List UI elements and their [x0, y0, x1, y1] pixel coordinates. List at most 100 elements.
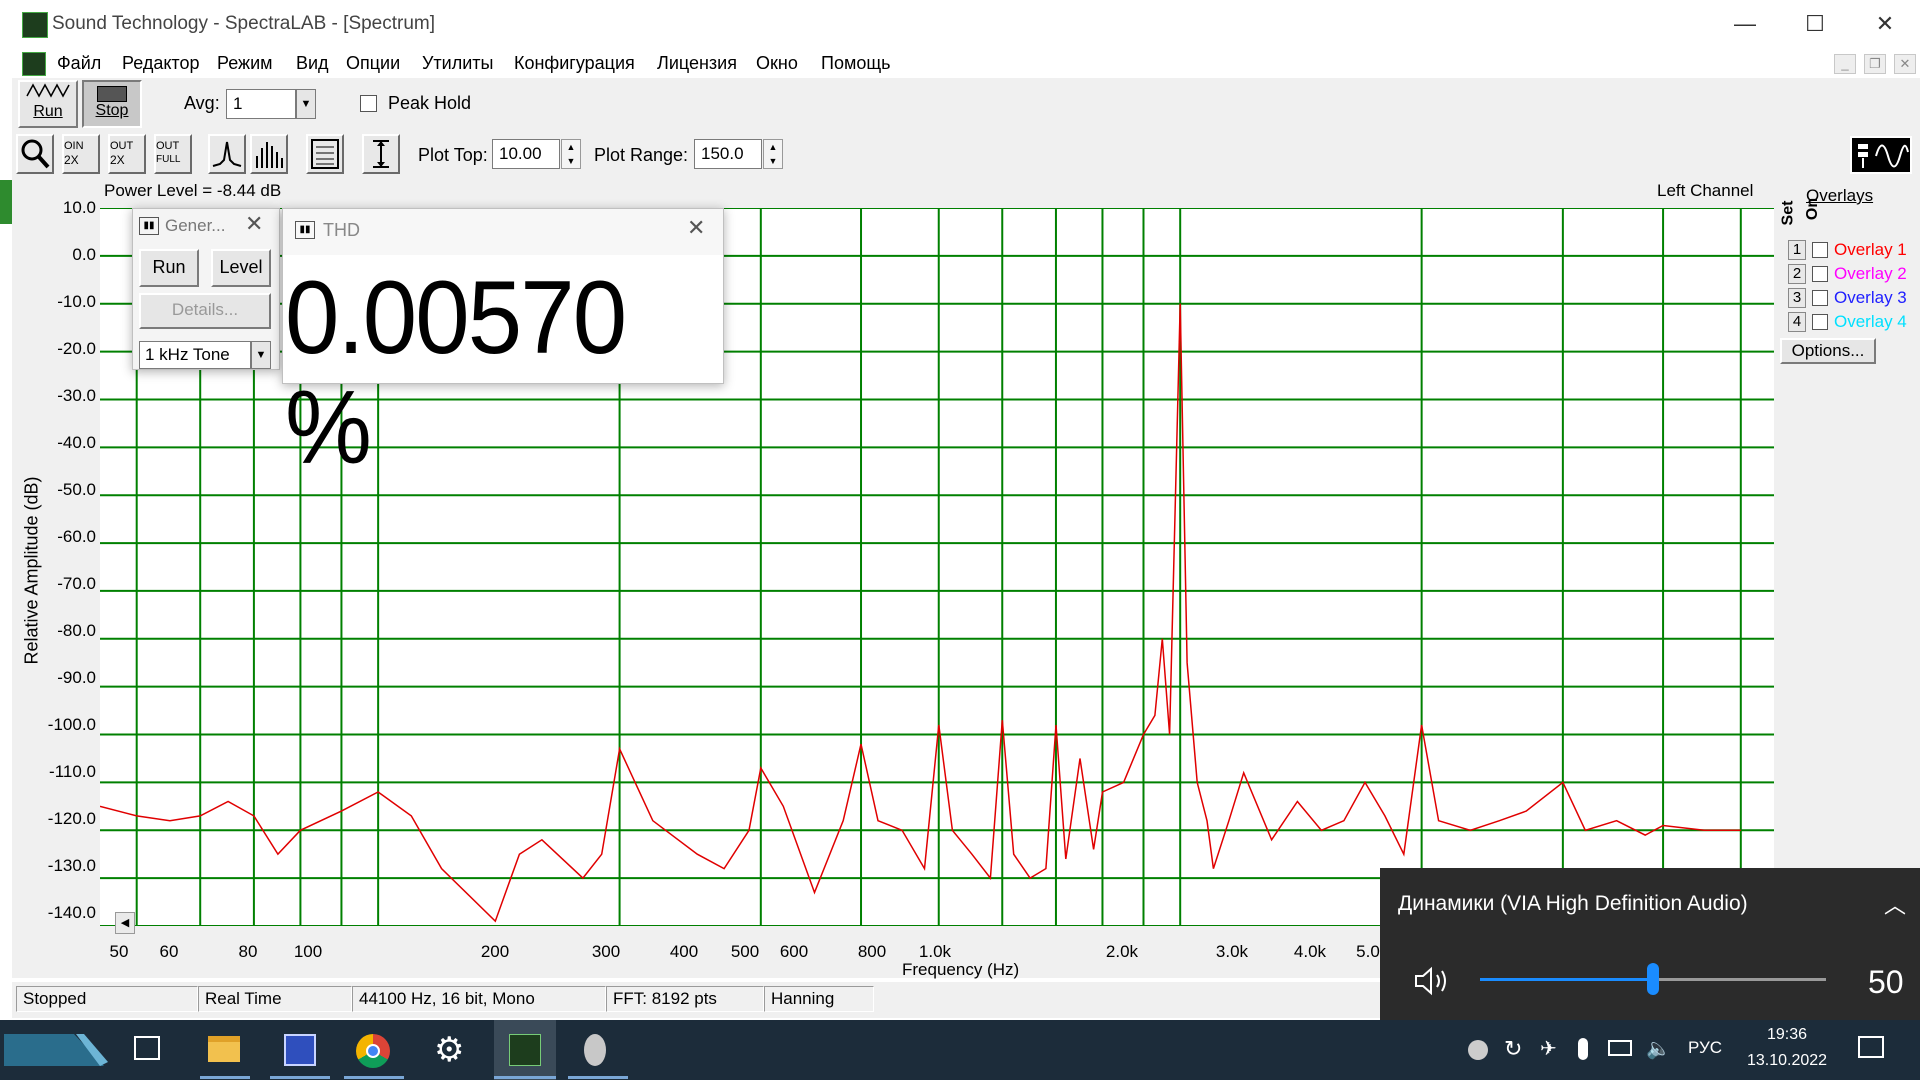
menu-mode[interactable]: Режим — [217, 53, 273, 74]
status-state: Stopped — [16, 986, 198, 1012]
close-button[interactable]: ✕ — [1850, 0, 1920, 48]
volume-slider-track[interactable] — [1480, 963, 1826, 995]
chevron-up-icon[interactable]: ︿ — [1884, 888, 1906, 920]
taskbar-active-indicator — [270, 1076, 330, 1079]
thd-window-icon: ▮▮ — [295, 221, 315, 239]
taskbar-active-indicator — [200, 1076, 250, 1079]
generator-title: Gener... — [165, 216, 226, 235]
generator-level-button[interactable]: Level — [211, 249, 271, 287]
overlay-3-checkbox[interactable] — [1812, 290, 1828, 306]
zoom-out-label-bottom: 2X — [110, 153, 125, 167]
zoom-full-button[interactable]: OUT FULL — [154, 134, 192, 174]
task-view-icon[interactable] — [134, 1036, 160, 1060]
zoom-in-2x-button[interactable]: OIN 2X — [62, 134, 100, 174]
signal-generator-toggle-button[interactable] — [1850, 136, 1912, 174]
plot-top-input[interactable]: 10.00 — [492, 139, 560, 169]
overlay-2-set-button[interactable]: 2 — [1788, 264, 1806, 284]
stop-button[interactable]: Stop — [82, 80, 142, 128]
tray-time[interactable]: 19:36 — [1748, 1026, 1826, 1044]
tray-date[interactable]: 13.10.2022 — [1740, 1052, 1834, 1070]
generator-signal-select[interactable]: 1 kHz Tone — [139, 341, 251, 369]
zoom-out-label-top: OUT — [110, 140, 134, 152]
menu-bar: Файл Редактор Режим Вид Опции Утилиты Ко… — [0, 48, 1920, 78]
generator-run-button[interactable]: Run — [139, 249, 199, 287]
peak-hold-checkbox[interactable] — [360, 95, 377, 112]
start-logo-icon[interactable] — [4, 1034, 108, 1066]
menu-license[interactable]: Лицензия — [657, 53, 737, 74]
sine-wave-icon — [1858, 144, 1909, 168]
menu-view[interactable]: Вид — [296, 53, 329, 74]
maximize-button[interactable]: ☐ — [1780, 0, 1850, 48]
mdi-restore-button[interactable]: ❐ — [1864, 54, 1886, 74]
zoom-out-2x-button[interactable]: OUT 2X — [108, 134, 146, 174]
scroll-left-arrow-icon[interactable]: ◀ — [115, 912, 135, 934]
spectralab-taskbar-button[interactable] — [494, 1020, 556, 1080]
avg-value[interactable]: 1 — [226, 89, 296, 119]
menu-edit[interactable]: Редактор — [122, 53, 199, 74]
menu-file[interactable]: Файл — [57, 53, 101, 74]
tray-volume-icon[interactable]: 🔈 — [1646, 1036, 1671, 1061]
overlay-2-checkbox[interactable] — [1812, 266, 1828, 282]
overlay-3-set-button[interactable]: 3 — [1788, 288, 1806, 308]
status-audio-format: 44100 Hz, 16 bit, Mono — [352, 986, 606, 1012]
avg-dropdown-arrow-icon[interactable]: ▼ — [296, 89, 316, 119]
thd-title: THD — [323, 220, 360, 240]
generator-close-button[interactable]: ✕ — [245, 211, 263, 237]
app-icon[interactable] — [22, 12, 48, 38]
bar-plot-button[interactable] — [250, 134, 288, 174]
menu-options[interactable]: Опции — [346, 53, 400, 74]
y-tick-label: 10.0 — [62, 198, 96, 217]
bar-graph-icon — [256, 142, 283, 168]
overlay-1-set-button[interactable]: 1 — [1788, 240, 1806, 260]
floppy-app-icon[interactable] — [284, 1034, 316, 1066]
magnifier-icon — [21, 139, 50, 169]
x-tick-label: 500 — [730, 942, 760, 961]
avg-label: Avg: — [184, 93, 220, 113]
menu-utilities[interactable]: Утилиты — [422, 53, 493, 74]
document-icon[interactable] — [22, 52, 46, 76]
zoom-magnifier-button[interactable] — [16, 134, 54, 174]
menu-window[interactable]: Окно — [756, 53, 798, 74]
volume-slider-thumb[interactable] — [1647, 963, 1659, 995]
minimize-button[interactable]: — — [1710, 0, 1780, 48]
status-window: Hanning — [764, 986, 874, 1012]
file-explorer-icon[interactable] — [208, 1036, 240, 1062]
thd-close-button[interactable]: ✕ — [687, 215, 705, 241]
channel-label: Left Channel — [1657, 181, 1754, 200]
spectrogram-button[interactable] — [306, 134, 344, 174]
run-button[interactable]: Run — [18, 80, 78, 128]
vertical-scale-icon — [373, 140, 389, 168]
settings-gear-icon[interactable]: ⚙ — [434, 1030, 464, 1070]
mdi-minimize-button[interactable]: _ — [1834, 54, 1856, 74]
line-plot-button[interactable] — [208, 134, 246, 174]
menu-configuration[interactable]: Конфигурация — [514, 53, 635, 74]
mdi-close-button[interactable]: ✕ — [1894, 54, 1916, 74]
notification-center-icon[interactable] — [1858, 1036, 1884, 1058]
overlay-1-checkbox[interactable] — [1812, 242, 1828, 258]
menu-help[interactable]: Помощь — [821, 53, 891, 74]
overlay-4-set-button[interactable]: 4 — [1788, 312, 1806, 332]
generator-details-button[interactable]: Details... — [139, 293, 271, 329]
tray-network-drive-icon[interactable] — [1468, 1040, 1488, 1060]
overlay-4-checkbox[interactable] — [1812, 314, 1828, 330]
taskbar-active-indicator — [568, 1076, 628, 1079]
tray-network-icon[interactable] — [1608, 1040, 1632, 1056]
plot-range-spinner[interactable]: ▲ ▼ — [763, 139, 783, 169]
autoscale-button[interactable] — [362, 134, 400, 174]
tray-sync-icon[interactable]: ↻ — [1504, 1036, 1522, 1062]
overlay-options-button[interactable]: Options... — [1780, 338, 1876, 364]
plot-top-label: Plot Top: — [418, 145, 488, 165]
tray-language[interactable]: РУС — [1688, 1038, 1722, 1058]
plot-range-input[interactable]: 150.0 — [694, 139, 762, 169]
generator-window-icon: ▮▮ — [139, 217, 159, 235]
chrome-icon[interactable] — [356, 1034, 390, 1068]
tray-microphone-icon[interactable] — [1578, 1038, 1588, 1060]
plot-range-label: Plot Range: — [594, 145, 689, 165]
speaker-icon[interactable] — [1412, 964, 1452, 998]
plot-top-spinner[interactable]: ▲ ▼ — [561, 139, 581, 169]
thd-display: 0.00570 % — [283, 255, 723, 483]
power-level-readout: Power Level = -8.44 dB — [104, 181, 282, 200]
generator-signal-dropdown-icon[interactable]: ▼ — [251, 341, 271, 369]
tray-airplane-icon[interactable]: ✈ — [1540, 1036, 1557, 1061]
app-pin-icon[interactable] — [584, 1034, 606, 1066]
